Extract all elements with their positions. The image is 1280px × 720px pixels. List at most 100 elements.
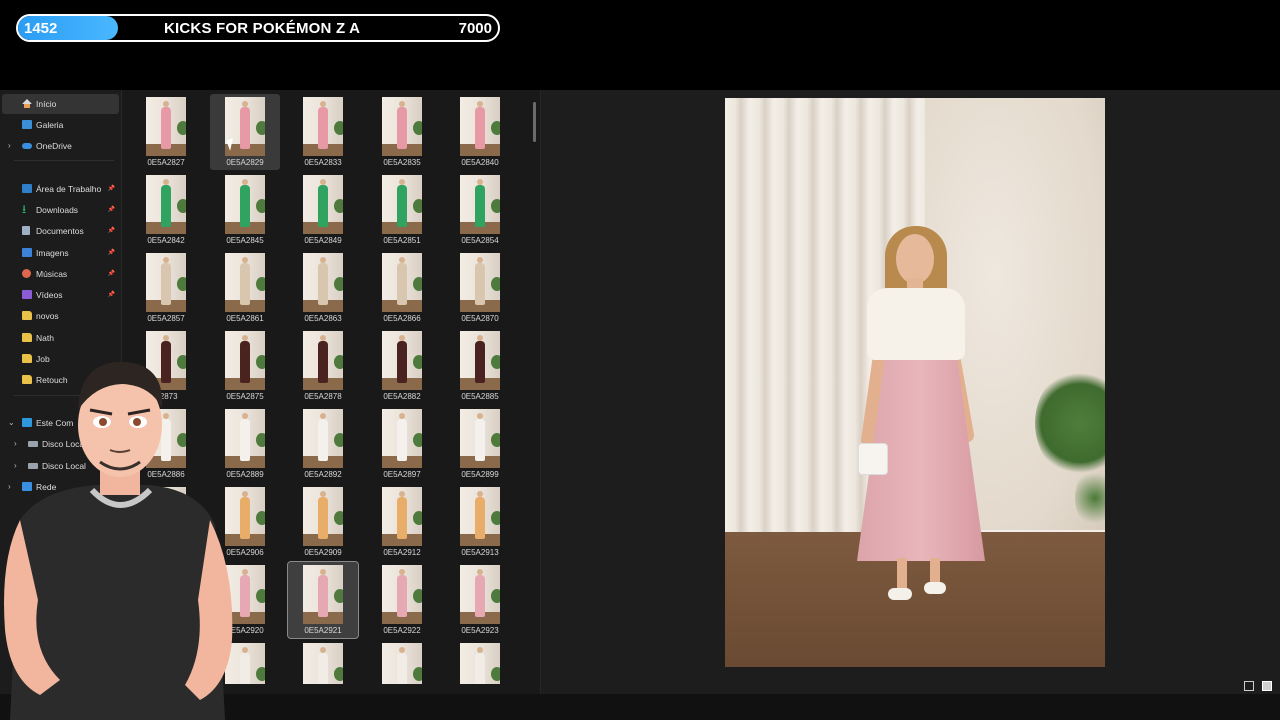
file-thumbnail[interactable]: 0E5A2899 <box>445 406 515 482</box>
thumbnail-plant <box>413 589 422 603</box>
thumbnail-model-outfit <box>318 341 328 383</box>
sidebar-item-início[interactable]: Início <box>2 94 119 114</box>
model-white-top <box>867 288 965 360</box>
folder-icon <box>22 311 32 320</box>
grid-scrollbar[interactable] <box>533 102 536 142</box>
model-shoe-left <box>888 588 912 600</box>
sidebar-item-downloads[interactable]: Downloads 📌 <box>2 200 119 220</box>
file-thumbnail[interactable] <box>288 640 358 684</box>
file-thumbnail[interactable]: 0E5A2912 <box>367 484 437 560</box>
sidebar-item-galeria[interactable]: Galeria <box>2 115 119 135</box>
thumbnail-plant <box>413 355 422 369</box>
sidebar-item-nath[interactable]: Nath <box>2 328 119 348</box>
file-thumbnail[interactable]: 0E5A2913 <box>445 484 515 560</box>
thumbnail-plant <box>177 121 186 135</box>
file-thumbnail[interactable]: 0E5A2829 <box>210 94 280 170</box>
video-icon <box>22 290 32 299</box>
file-thumbnail[interactable]: 0E5A2921 <box>287 561 359 639</box>
thumbnail-model-outfit <box>475 185 485 227</box>
sidebar-item-onedrive[interactable]: › OneDrive <box>2 136 119 156</box>
photo-thumbnail <box>382 253 422 312</box>
pin-icon: 📌 <box>107 250 115 256</box>
file-thumbnail[interactable]: 0E5A2922 <box>367 562 437 638</box>
thumbnail-plant <box>256 667 265 681</box>
file-thumbnail[interactable]: 0E5A2885 <box>445 328 515 404</box>
file-thumbnail[interactable]: 0E5A2849 <box>288 172 358 248</box>
sidebar-item-novos[interactable]: novos <box>2 306 119 326</box>
desktop-icon <box>22 184 32 193</box>
thumbnail-model-outfit <box>397 263 407 305</box>
sidebar-item-documentos[interactable]: Documentos 📌 <box>2 221 119 241</box>
thumbnail-model-outfit <box>240 107 250 149</box>
file-thumbnail[interactable]: 0E5A2909 <box>288 484 358 560</box>
chevron-right-icon[interactable]: › <box>8 136 11 156</box>
thumbnail-plant <box>491 199 500 213</box>
thumbnail-plant <box>334 199 343 213</box>
file-thumbnail[interactable]: 0E5A2842 <box>131 172 201 248</box>
photo-thumbnail <box>225 253 265 312</box>
file-thumbnail[interactable]: 0E5A2923 <box>445 562 515 638</box>
thumbnail-model-outfit <box>240 263 250 305</box>
photo-thumbnail <box>303 331 343 390</box>
details-view-icon[interactable] <box>1243 681 1254 691</box>
thumbnail-model-outfit <box>318 653 328 684</box>
thumbnail-model-outfit <box>475 419 485 461</box>
file-name: 0E5A2923 <box>461 626 499 635</box>
file-name: 0E5A2861 <box>226 314 264 323</box>
pin-icon: 📌 <box>107 207 115 213</box>
thumbnail-model-outfit <box>475 497 485 539</box>
file-thumbnail[interactable]: 0E5A2870 <box>445 250 515 326</box>
file-thumbnail[interactable]: 0E5A2892 <box>288 406 358 482</box>
file-thumbnail[interactable]: 0E5A2878 <box>288 328 358 404</box>
file-name: 0E5A2842 <box>147 236 185 245</box>
preview-pane-icon[interactable] <box>1262 681 1272 691</box>
file-name: 0E5A2857 <box>147 314 185 323</box>
goal-title: KICKS FOR POKÉMON Z A <box>164 20 361 37</box>
thumbnail-plant <box>491 667 500 681</box>
thumbnail-plant <box>491 511 500 525</box>
file-name: 0E5A2833 <box>304 158 342 167</box>
photo-thumbnail <box>382 643 422 684</box>
file-thumbnail[interactable]: 0E5A2827 <box>131 94 201 170</box>
file-thumbnail[interactable]: 0E5A2882 <box>367 328 437 404</box>
file-name: 0E5A2835 <box>383 158 421 167</box>
file-thumbnail[interactable]: 0E5A2866 <box>367 250 437 326</box>
thumbnail-model-outfit <box>161 185 171 227</box>
thumbnail-plant <box>413 433 422 447</box>
sidebar-item-músicas[interactable]: Músicas 📌 <box>2 264 119 284</box>
file-thumbnail[interactable]: 0E5A2857 <box>131 250 201 326</box>
sidebar-item-label: Músicas <box>36 269 68 279</box>
thumbnail-model-outfit <box>475 341 485 383</box>
file-thumbnail[interactable]: 0E5A2897 <box>367 406 437 482</box>
thumbnail-plant <box>256 433 265 447</box>
file-thumbnail[interactable]: 0E5A2845 <box>210 172 280 248</box>
file-thumbnail[interactable]: 0E5A2861 <box>210 250 280 326</box>
photo-thumbnail <box>460 97 500 156</box>
file-thumbnail[interactable]: 0E5A2833 <box>288 94 358 170</box>
thumbnail-plant <box>256 199 265 213</box>
thumbnail-model-outfit <box>397 341 407 383</box>
file-name: 0E5A2827 <box>147 158 185 167</box>
photo-thumbnail <box>460 175 500 234</box>
sidebar-item-área-de-trabalho[interactable]: Área de Trabalho 📌 <box>2 179 119 199</box>
file-thumbnail[interactable]: 0E5A2854 <box>445 172 515 248</box>
thumbnail-model-outfit <box>397 653 407 684</box>
file-thumbnail[interactable]: 0E5A2863 <box>288 250 358 326</box>
sidebar-item-imagens[interactable]: Imagens 📌 <box>2 243 119 263</box>
photo-thumbnail <box>382 331 422 390</box>
file-thumbnail[interactable] <box>445 640 515 684</box>
photo-thumbnail <box>146 97 186 156</box>
file-thumbnail[interactable]: 0E5A2840 <box>445 94 515 170</box>
thumbnail-model-outfit <box>240 575 250 617</box>
sidebar-item-vídeos[interactable]: Vídeos 📌 <box>2 285 119 305</box>
file-thumbnail[interactable]: 0E5A2835 <box>367 94 437 170</box>
file-name: 0E5A2913 <box>461 548 499 557</box>
photo-thumbnail <box>460 487 500 546</box>
file-name: 0E5A2892 <box>304 470 342 479</box>
thumbnail-model-outfit <box>475 653 485 684</box>
file-name: 0E5A2897 <box>383 470 421 479</box>
file-thumbnail[interactable] <box>367 640 437 684</box>
thumbnail-model-outfit <box>318 263 328 305</box>
gallery-icon <box>22 120 32 129</box>
file-thumbnail[interactable]: 0E5A2851 <box>367 172 437 248</box>
